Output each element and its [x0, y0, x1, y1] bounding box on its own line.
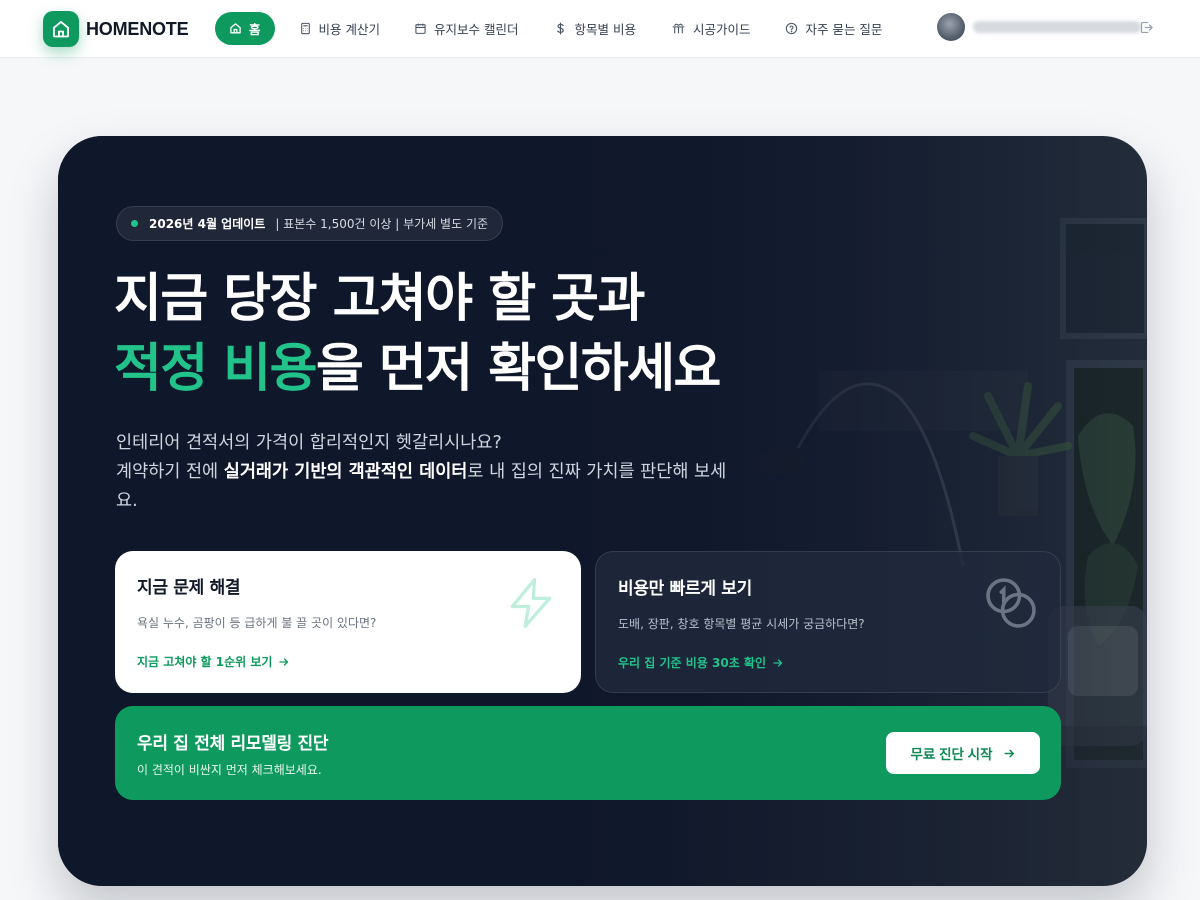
- card-link-label: 우리 집 기준 비용 30초 확인: [618, 656, 766, 670]
- nav-item-label: 항목별 비용: [574, 22, 636, 37]
- headline-line2: 을 먼저 확인하세요: [315, 339, 721, 399]
- update-date: 2026년 4월 업데이트: [149, 217, 266, 231]
- card-description: 도배, 장판, 창호 항목별 평균 시세가 궁금하다면?: [618, 617, 865, 631]
- calculator-icon: [300, 22, 310, 35]
- banner-description: 이 견적이 비싼지 먼저 체크해보세요.: [137, 763, 322, 777]
- calendar-icon: [415, 23, 426, 34]
- arrow-right-icon: [279, 657, 289, 666]
- nav-item-label: 비용 계산기: [318, 22, 380, 37]
- card-title: 비용만 빠르게 보기: [618, 579, 752, 599]
- solve-problem-card[interactable]: 지금 문제 해결 욕실 누수, 곰팡이 등 급하게 불 끌 곳이 있다면? 지금…: [115, 551, 581, 693]
- button-label: 무료 진단 시작: [910, 747, 993, 762]
- tools-icon: [672, 23, 685, 34]
- description-highlight: 실거래가 기반의 객관적인 데이터: [223, 462, 468, 482]
- hero-section: 2026년 4월 업데이트 | 표본수 1,500건 이상 | 부가세 별도 기…: [58, 136, 1147, 886]
- hero-description: 인테리어 견적서의 가격이 합리적인지 헷갈리시나요? 계약하기 전에 실거래가…: [116, 429, 736, 516]
- nav-item-faq[interactable]: 자주 묻는 질문: [785, 12, 882, 45]
- headline-line1: 지금 당장 고쳐야 할 곳과: [114, 269, 645, 329]
- card-description: 욕실 누수, 곰팡이 등 급하게 불 끌 곳이 있다면?: [137, 616, 377, 630]
- description-line2-pre: 계약하기 전에: [116, 462, 224, 482]
- arrow-right-icon: [1003, 749, 1014, 757]
- house-icon: [43, 11, 79, 47]
- nav-item-cost-calculator[interactable]: 비용 계산기: [299, 12, 380, 45]
- start-free-diagnosis-button[interactable]: 무료 진단 시작: [886, 732, 1040, 774]
- banner-title: 우리 집 전체 리모델링 진단: [137, 734, 329, 754]
- dollar-icon: [557, 22, 565, 35]
- card-link-label: 지금 고쳐야 할 1순위 보기: [137, 655, 273, 669]
- quick-cost-card[interactable]: 비용만 빠르게 보기 도배, 장판, 창호 항목별 평균 시세가 궁금하다면? …: [595, 551, 1061, 693]
- update-badge: 2026년 4월 업데이트 | 표본수 1,500건 이상 | 부가세 별도 기…: [116, 206, 504, 241]
- nav-item-label: 유지보수 캘린더: [434, 22, 519, 37]
- nav-item-item-costs[interactable]: 항목별 비용: [554, 12, 636, 45]
- nav-item-home[interactable]: 홈: [215, 12, 275, 45]
- sample-info: | 표본수 1,500건 이상 | 부가세 별도 기준: [275, 217, 489, 231]
- nav-item-label: 시공가이드: [692, 22, 751, 37]
- arrow-right-icon: [773, 658, 783, 667]
- nav-item-label: 자주 묻는 질문: [805, 22, 883, 37]
- user-name: ••••••••••: [973, 21, 1141, 33]
- avatar: [937, 13, 965, 41]
- description-line1: 인테리어 견적서의 가격이 합리적인지 헷갈리시나요?: [116, 433, 502, 453]
- cost-30sec-link[interactable]: 우리 집 기준 비용 30초 확인: [618, 654, 1038, 671]
- main-nav: 홈 비용 계산기 유지보수 캘린더 항목별 비용 시공가이드 자주 묻는 질문: [215, 12, 882, 45]
- lightning-icon: [510, 578, 552, 628]
- brand-name: HOMENOTE: [86, 18, 189, 39]
- user-menu[interactable]: ••••••••••: [937, 13, 1141, 41]
- remodel-diagnosis-banner: 우리 집 전체 리모델링 진단 이 견적이 비싼지 먼저 체크해보세요. 무료 …: [115, 706, 1061, 800]
- nav-item-construction-guide[interactable]: 시공가이드: [671, 12, 751, 45]
- top-navigation: HOMENOTE 홈 비용 계산기 유지보수 캘린더 항목별 비용 시공가이드 …: [0, 0, 1200, 58]
- help-circle-icon: [786, 22, 798, 35]
- nav-item-maintenance-calendar[interactable]: 유지보수 캘린더: [414, 12, 518, 45]
- logout-icon[interactable]: [1139, 20, 1154, 39]
- brand-logo[interactable]: HOMENOTE: [43, 11, 189, 47]
- headline-accent: 적정 비용: [114, 339, 317, 399]
- hero-headline: 지금 당장 고쳐야 할 곳과 적정 비용을 먼저 확인하세요: [114, 264, 721, 404]
- status-dot: [131, 220, 138, 227]
- nav-item-label: 홈: [249, 22, 261, 37]
- home-icon: [230, 23, 241, 34]
- coins-icon: [986, 578, 1036, 628]
- top-priority-link[interactable]: 지금 고쳐야 할 1순위 보기: [137, 653, 559, 670]
- card-title: 지금 문제 해결: [137, 578, 241, 598]
